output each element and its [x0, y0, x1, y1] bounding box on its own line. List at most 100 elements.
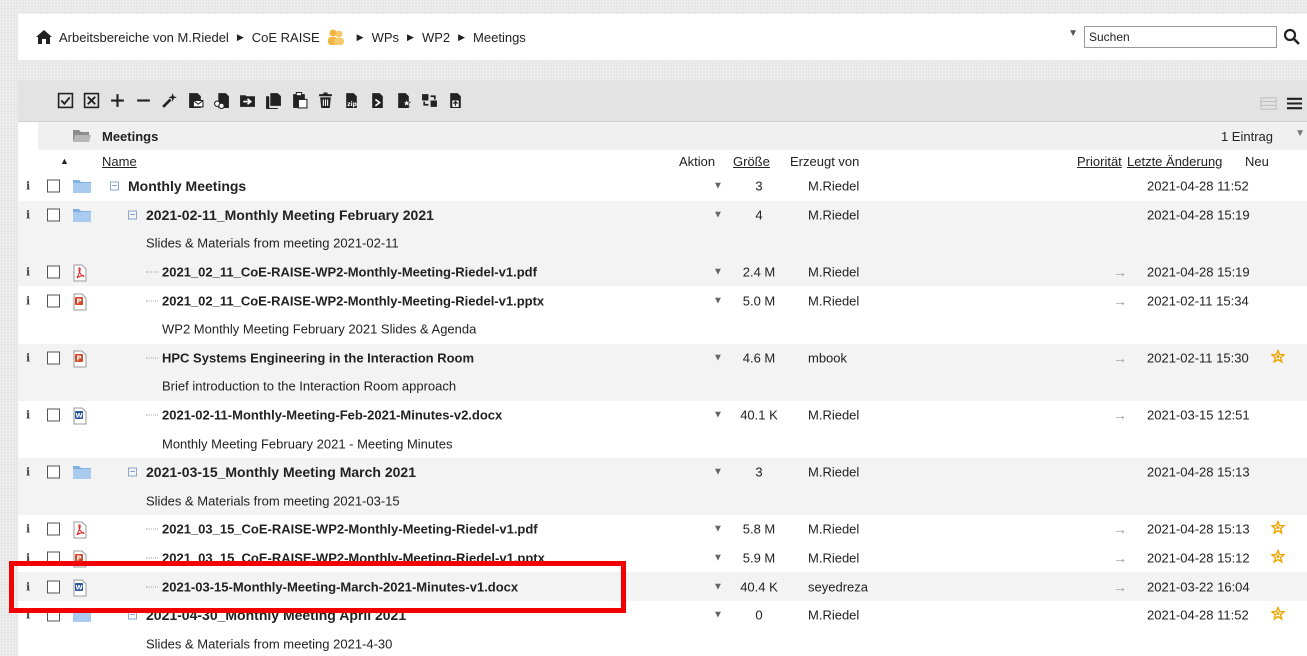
- file-link[interactable]: HPC Systems Engineering in the Interacti…: [162, 350, 474, 365]
- info-icon[interactable]: i: [26, 580, 30, 593]
- last-changed: 2021-03-15 12:51: [1147, 407, 1250, 423]
- row-checkbox[interactable]: [47, 179, 60, 193]
- breadcrumb-wps[interactable]: WPs: [372, 30, 399, 45]
- new-entry-icon[interactable]: [156, 88, 182, 114]
- row-checkbox[interactable]: [47, 522, 60, 536]
- file-link[interactable]: 2021-02-11-Monthly-Meeting-Feb-2021-Minu…: [162, 408, 502, 423]
- action-dropdown-icon[interactable]: ▼: [713, 467, 723, 478]
- info-icon[interactable]: i: [26, 409, 30, 422]
- priority-arrow-icon: →: [1113, 407, 1127, 424]
- copy-icon[interactable]: [260, 88, 286, 114]
- zip-icon[interactable]: zip: [338, 88, 364, 114]
- info-icon[interactable]: i: [26, 266, 30, 279]
- folder-link[interactable]: 2021-02-11_Monthly Meeting February 2021: [146, 207, 434, 223]
- search-input[interactable]: [1084, 26, 1277, 48]
- breadcrumb-meetings[interactable]: Meetings: [473, 30, 526, 45]
- tree-expand-icon[interactable]: −: [128, 610, 137, 620]
- folder-link[interactable]: Monthly Meetings: [128, 178, 246, 194]
- info-icon[interactable]: i: [26, 180, 30, 193]
- breadcrumb-separator-icon: ▶: [407, 31, 414, 42]
- breadcrumb-wp2[interactable]: WP2: [422, 30, 450, 45]
- action-dropdown-icon[interactable]: ▼: [713, 581, 723, 592]
- svg-text:P: P: [77, 555, 82, 563]
- info-icon[interactable]: i: [26, 351, 30, 364]
- column-created-by: Erzeugt von: [790, 153, 860, 169]
- created-by: M.Riedel: [808, 207, 860, 223]
- column-header: ▲ Name Aktion Größe Erzeugt von Prioritä…: [38, 150, 1307, 172]
- row-checkbox[interactable]: [47, 608, 60, 622]
- file-row: i 2021_02_11_CoE-RAISE-WP2-Monthly-Meetin…: [18, 257, 1307, 287]
- paste-icon[interactable]: [286, 88, 312, 114]
- action-dropdown-icon[interactable]: ▼: [713, 553, 723, 564]
- created-by: M.Riedel: [808, 607, 860, 623]
- action-dropdown-icon[interactable]: ▼: [713, 209, 723, 220]
- breadcrumb-separator-icon: ▶: [236, 31, 244, 42]
- row-checkbox[interactable]: [47, 408, 60, 422]
- list-view-icon[interactable]: [1255, 90, 1281, 116]
- row-checkbox[interactable]: [47, 465, 60, 479]
- collapse-all-icon[interactable]: [130, 88, 156, 114]
- created-by: M.Riedel: [808, 293, 860, 309]
- column-size[interactable]: Größe: [733, 154, 770, 169]
- file-size: 40.1 K: [740, 407, 778, 423]
- pptx-file-icon: P: [72, 550, 92, 568]
- delete-icon[interactable]: [312, 88, 338, 114]
- action-dropdown-icon[interactable]: ▼: [713, 610, 723, 621]
- row-checkbox[interactable]: [47, 351, 60, 365]
- breadcrumb-workspaces[interactable]: Arbeitsbereiche von M.Riedel: [59, 30, 229, 45]
- file-row: i 2021_03_15_CoE-RAISE-WP2-Monthly-Meetin…: [18, 515, 1307, 544]
- info-icon[interactable]: i: [26, 609, 30, 622]
- move-icon[interactable]: [234, 88, 260, 114]
- column-last-changed[interactable]: Letzte Änderung: [1127, 154, 1222, 169]
- info-icon[interactable]: i: [26, 523, 30, 536]
- action-dropdown-icon[interactable]: ▼: [713, 295, 723, 306]
- folder-row: i −2021-02-11_Monthly Meeting February 20…: [18, 200, 1307, 230]
- deselect-all-icon[interactable]: [78, 88, 104, 114]
- action-dropdown-icon[interactable]: ▼: [713, 524, 723, 535]
- upload-icon[interactable]: [442, 88, 468, 114]
- file-row: i P 2021_03_15_CoE-RAISE-WP2-Monthly-Meeti…: [18, 544, 1307, 573]
- menu-icon[interactable]: [1281, 90, 1307, 116]
- cut-icon[interactable]: [208, 88, 234, 114]
- tree-expand-icon[interactable]: −: [110, 181, 119, 191]
- column-priority[interactable]: Priorität: [1077, 154, 1122, 169]
- file-size: 4.6 M: [742, 350, 776, 366]
- info-icon[interactable]: i: [26, 466, 30, 479]
- action-dropdown-icon[interactable]: ▼: [713, 267, 723, 278]
- row-checkbox[interactable]: [47, 551, 60, 565]
- export-icon[interactable]: [364, 88, 390, 114]
- column-name[interactable]: Name: [102, 154, 137, 169]
- file-link[interactable]: 2021_02_11_CoE-RAISE-WP2-Monthly-Meeting…: [162, 293, 544, 308]
- entry-description: Monthly Meeting February 2021 - Meeting …: [162, 436, 453, 452]
- send-email-icon[interactable]: [182, 88, 208, 114]
- file-link[interactable]: 2021_02_11_CoE-RAISE-WP2-Monthly-Meeting…: [162, 265, 537, 280]
- expand-all-icon[interactable]: [104, 88, 130, 114]
- transfer-icon[interactable]: [416, 88, 442, 114]
- favorite-document-icon[interactable]: [390, 88, 416, 114]
- file-link[interactable]: 2021_03_15_CoE-RAISE-WP2-Monthly-Meeting…: [162, 551, 545, 566]
- row-checkbox[interactable]: [47, 580, 60, 594]
- info-icon[interactable]: i: [26, 294, 30, 307]
- file-link[interactable]: 2021_03_15_CoE-RAISE-WP2-Monthly-Meeting…: [162, 522, 538, 537]
- row-checkbox[interactable]: [47, 265, 60, 279]
- action-dropdown-icon[interactable]: ▼: [713, 352, 723, 363]
- home-icon[interactable]: [35, 29, 53, 45]
- info-icon[interactable]: i: [26, 208, 30, 221]
- file-size: 5.0 M: [742, 293, 776, 309]
- info-icon[interactable]: i: [26, 552, 30, 565]
- tree-expand-icon[interactable]: −: [128, 467, 137, 477]
- row-checkbox[interactable]: [47, 294, 60, 308]
- created-by: M.Riedel: [808, 264, 860, 280]
- folder-link[interactable]: 2021-04-30_Monthly Meeting April 2021: [146, 607, 406, 623]
- row-checkbox[interactable]: [47, 208, 60, 222]
- options-dropdown-icon[interactable]: ▼: [1295, 128, 1305, 139]
- folder-link[interactable]: 2021-03-15_Monthly Meeting March 2021: [146, 464, 416, 480]
- action-dropdown-icon[interactable]: ▼: [713, 181, 723, 192]
- select-all-icon[interactable]: [52, 88, 78, 114]
- action-dropdown-icon[interactable]: ▼: [713, 410, 723, 421]
- breadcrumb-coe-raise[interactable]: CoE RAISE: [252, 30, 320, 45]
- search-icon[interactable]: [1277, 25, 1307, 49]
- file-link[interactable]: 2021-03-15-Monthly-Meeting-March-2021-Mi…: [162, 579, 518, 594]
- tree-expand-icon[interactable]: −: [128, 210, 137, 220]
- search-scope-dropdown-icon[interactable]: ▼: [1068, 28, 1078, 39]
